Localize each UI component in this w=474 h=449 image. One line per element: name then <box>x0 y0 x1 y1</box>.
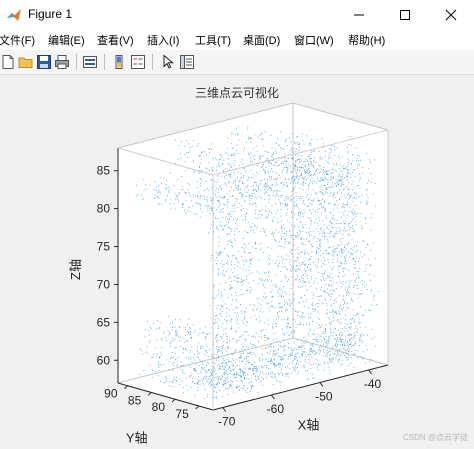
title-bar: Figure 1 <box>0 0 474 30</box>
z-tick-label: 65 <box>97 315 111 329</box>
maximize-icon <box>400 10 410 20</box>
y-tick <box>147 392 152 396</box>
x-axis-label: X轴 <box>298 418 320 433</box>
property-editor-icon[interactable] <box>179 54 195 70</box>
z-tick-label: 80 <box>97 202 111 216</box>
y-axis-label: Y轴 <box>126 431 148 446</box>
save-icon[interactable] <box>36 54 52 70</box>
menu-window[interactable]: 窗口(W) <box>294 32 334 48</box>
close-icon <box>445 9 457 21</box>
link-plot-icon[interactable] <box>82 54 98 70</box>
colorbar-icon[interactable] <box>111 54 127 70</box>
y-tick <box>195 405 200 410</box>
y-tick-label: 80 <box>152 400 166 414</box>
z-tick-label: 60 <box>97 353 111 367</box>
watermark: CSDN @点云学徒 <box>402 433 468 442</box>
menu-file[interactable]: 文件(F) <box>0 32 35 48</box>
figure-canvas[interactable]: 三维点云可视化 -70 -60 -50 -40 75 80 85 90 60 65 70 75 80 85… <box>0 75 474 449</box>
z-tick-label: 75 <box>97 240 111 254</box>
new-file-icon[interactable] <box>0 54 16 70</box>
x-tick-label: -50 <box>315 390 333 404</box>
x-tick <box>319 382 324 387</box>
minimize-button[interactable] <box>336 0 382 30</box>
menu-view[interactable]: 查看(V) <box>97 32 134 48</box>
z-axis-label: Z轴 <box>68 259 83 280</box>
z-tick-label: 70 <box>97 277 111 291</box>
menu-edit[interactable]: 编辑(E) <box>48 32 85 48</box>
toolbar <box>0 50 474 75</box>
menu-desktop[interactable]: 桌面(D) <box>243 32 280 48</box>
y-tick <box>171 398 176 403</box>
matlab-logo-icon <box>7 9 21 21</box>
y-tick-label: 90 <box>104 387 118 401</box>
print-icon[interactable] <box>54 54 70 70</box>
menu-help[interactable]: 帮助(H) <box>348 32 385 48</box>
x-tick <box>222 407 227 412</box>
window-title: Figure 1 <box>28 7 73 21</box>
x-tick <box>368 369 372 375</box>
toolbar-separator <box>152 54 153 70</box>
toolbar-separator <box>76 54 77 70</box>
y-tick-label: 75 <box>175 407 189 421</box>
menu-bar: 文件(F) 编辑(E) 查看(V) 插入(I) 工具(T) 桌面(D) 窗口(W… <box>0 30 474 50</box>
open-folder-icon[interactable] <box>18 54 34 70</box>
x-tick-label: -40 <box>364 377 382 391</box>
toolbar-separator <box>104 54 105 70</box>
minimize-icon <box>354 14 364 16</box>
x-tick-label: -70 <box>218 415 236 429</box>
legend-icon[interactable] <box>130 54 146 70</box>
y-tick <box>124 385 128 390</box>
axes-back-pane <box>118 103 293 383</box>
y-tick-label: 85 <box>128 393 142 407</box>
axes-3d[interactable]: -70 -60 -50 -40 75 80 85 90 60 65 70 75 80 85 X轴 Y轴 Z… <box>0 75 474 449</box>
menu-tools[interactable]: 工具(T) <box>195 32 231 48</box>
pointer-icon[interactable] <box>160 54 176 70</box>
x-tick-label: -60 <box>267 402 285 416</box>
x-tick <box>270 394 275 400</box>
z-tick-label: 85 <box>97 164 111 178</box>
close-button[interactable] <box>428 0 474 30</box>
maximize-button[interactable] <box>382 0 428 30</box>
menu-insert[interactable]: 插入(I) <box>147 32 179 48</box>
